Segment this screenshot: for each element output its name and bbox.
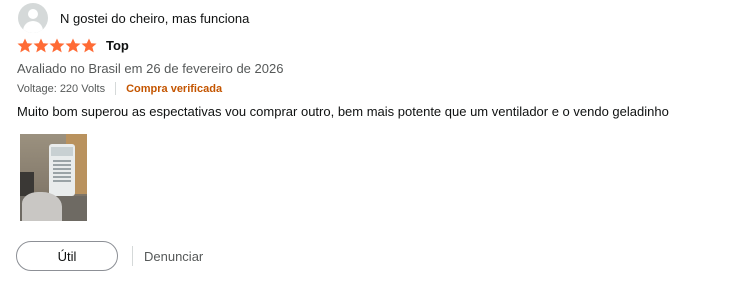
review-text: Muito bom superou as espectativas vou co…: [17, 104, 669, 119]
star-icon: [49, 38, 65, 53]
verified-purchase-badge: Compra verificada: [126, 82, 223, 95]
report-link[interactable]: Denunciar: [144, 249, 203, 264]
divider: [132, 246, 133, 266]
rating-row: Top: [17, 38, 129, 53]
reviewer-name[interactable]: N gostei do cheiro, mas funciona: [60, 11, 249, 26]
star-icon: [81, 38, 97, 53]
star-rating[interactable]: [17, 38, 97, 53]
review-date: Avaliado no Brasil em 26 de fevereiro de…: [17, 61, 284, 76]
star-icon: [65, 38, 81, 53]
divider: [115, 82, 117, 95]
reviewer-profile[interactable]: N gostei do cheiro, mas funciona: [18, 3, 249, 33]
review-actions: Útil Denunciar: [16, 241, 203, 271]
review-title[interactable]: Top: [106, 38, 129, 53]
customer-review: N gostei do cheiro, mas funciona Top Ava…: [0, 0, 748, 288]
helpful-button[interactable]: Útil: [16, 241, 118, 271]
product-variant: Voltage: 220 Volts: [17, 82, 106, 95]
star-icon: [33, 38, 49, 53]
user-avatar-icon: [18, 3, 48, 33]
star-icon: [17, 38, 33, 53]
review-image[interactable]: [20, 134, 87, 221]
review-meta: Voltage: 220 Volts Compra verificada: [17, 82, 222, 95]
